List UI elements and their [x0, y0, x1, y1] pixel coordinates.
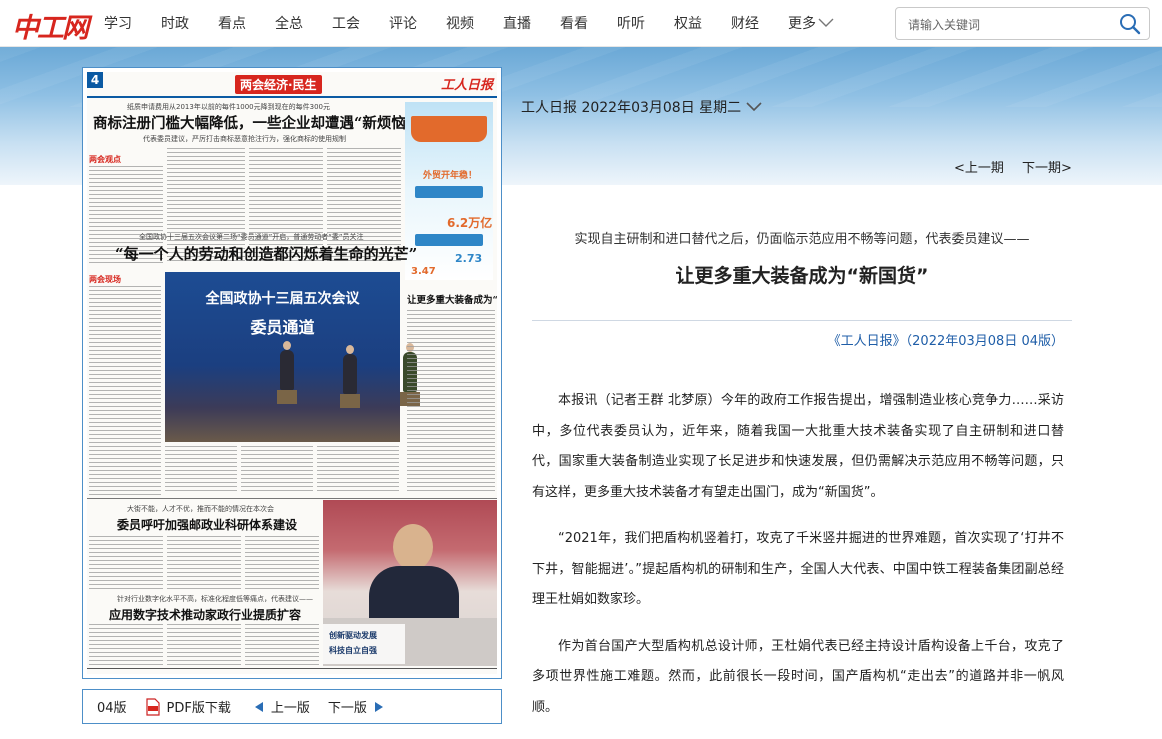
article-paragraph: 本报讯（记者王群 北梦原）今年的政府工作报告提出，增强制造业核心竞争力……采访中… — [532, 393, 1064, 500]
np-ad-figure: 2.73 — [455, 252, 483, 265]
np-text-block — [241, 446, 313, 494]
issue-date-selector[interactable]: 工人日报 2022年03月08日 星期二 — [521, 97, 762, 117]
np-photo-caption-1: 创新驱动发展 — [329, 631, 377, 640]
pdf-file-icon — [145, 697, 160, 716]
nav-item-acftu[interactable]: 全总 — [275, 13, 303, 33]
triangle-left-icon — [254, 701, 263, 712]
newspaper-page: 4 两会经济·民生 工人日报 纸质申请费用从2013年以前的每件1000元降到现… — [87, 72, 497, 674]
np-trade-infographic: 外贸开年稳！ 6.2万亿元 2.73 3.47 — [405, 102, 493, 280]
np-kicker-3: 大街不能，人才不优，推而不能的情况在本次会 — [127, 505, 274, 513]
person-figure — [343, 345, 357, 394]
np-kicker-2: 全国政协十三届五次会议第二场“委员通道”开启，普通劳动者“委”员关注 — [139, 233, 364, 241]
article-source: 《工人日报》（2022年03月08日 04版） — [827, 334, 1064, 349]
top-navigation-bar: 中工网 学习 时政 看点 全总 工会 评论 视频 直播 看看 听听 权益 财经 … — [0, 0, 1162, 47]
next-edition-label: 下一版 — [327, 701, 367, 716]
triangle-right-icon — [374, 701, 383, 712]
np-text-block — [317, 446, 399, 494]
nav-item-rights[interactable]: 权益 — [674, 13, 702, 33]
person-figure — [280, 341, 294, 390]
np-tag-2: 两会现场 — [89, 275, 121, 284]
np-kicker-4: 针对行业数字化水平不高，标准化程度低等痛点，代表建议—— — [117, 595, 313, 603]
chevron-down-icon — [818, 18, 834, 27]
newspaper-page-viewer[interactable]: 4 两会经济·民生 工人日报 纸质申请费用从2013年以前的每件1000元降到现… — [82, 67, 502, 679]
article-paragraph: 作为首台国产大型盾构机总设计师，王杜娟代表已经主持设计盾构设备上千台，攻克了多项… — [532, 638, 1064, 715]
nav-item-commentary[interactable]: 评论 — [389, 13, 417, 33]
np-text-block — [167, 536, 241, 590]
issue-pager: <上一期 下一期> — [954, 157, 1086, 176]
main-nav: 学习 时政 看点 全总 工会 评论 视频 直播 看看 听听 权益 财经 更多 — [104, 0, 863, 46]
np-tag-1: 两会观点 — [89, 155, 121, 164]
article-title: 让更多重大装备成为“新国货” — [675, 265, 929, 287]
np-headline-1[interactable]: 商标注册门槛大幅降低，一些企业却遭遇“新烦恼” — [93, 112, 414, 133]
np-ad-bar — [415, 186, 483, 198]
ship-illustration — [411, 116, 487, 142]
np-ad-bar — [415, 234, 483, 246]
nav-item-study[interactable]: 学习 — [104, 13, 132, 33]
prev-issue-link[interactable]: <上一期 — [954, 161, 1004, 176]
pdf-download-button[interactable]: PDF版下载 — [145, 697, 231, 716]
np-text-block — [165, 446, 237, 494]
nav-item-finance[interactable]: 财经 — [731, 13, 759, 33]
np-headline-3[interactable]: 委员呼吁加强邮政业科研体系建设 — [117, 516, 297, 533]
np-ad-title: 外贸开年稳！ — [423, 171, 478, 181]
page-toolbar: 04版 PDF版下载 上一版 下一版 — [82, 689, 502, 724]
issue-date-label: 工人日报 2022年03月08日 星期二 — [521, 100, 742, 116]
newspaper-section-title: 两会经济·民生 — [235, 75, 322, 94]
np-footer-rule — [87, 668, 497, 669]
nav-item-video[interactable]: 视频 — [446, 13, 474, 33]
next-edition-button[interactable]: 下一版 — [328, 697, 385, 716]
np-text-block — [89, 624, 163, 670]
np-text-block — [407, 310, 495, 494]
article-kicker: 实现自主研制和进口替代之后，仍面临示范应用不畅等问题，代表委员建议—— — [574, 232, 1030, 247]
np-text-block — [89, 286, 161, 496]
newspaper-page-number: 4 — [87, 72, 103, 88]
prev-edition-button[interactable]: 上一版 — [253, 697, 310, 716]
np-kicker-1: 纸质申请费用从2013年以前的每件1000元降到现在的每件300元 — [127, 103, 330, 111]
podium — [277, 390, 297, 404]
nav-item-politics[interactable]: 时政 — [161, 13, 189, 33]
np-headline-right[interactable]: 让更多重大装备成为“新国货” — [407, 292, 497, 306]
np-photo-caption-2: 科技自立自强 — [329, 646, 377, 655]
speaker-head — [393, 524, 433, 570]
np-text-block — [245, 536, 319, 590]
newspaper-header: 4 两会经济·民生 工人日报 — [87, 72, 497, 94]
article-body: 本报讯（记者王群 北梦原）今年的政府工作报告提出，增强制造业核心竞争力……采访中… — [532, 386, 1064, 739]
np-text-block — [89, 536, 163, 590]
nav-more-label: 更多 — [788, 16, 816, 32]
article-paragraph: “2021年，我们把盾构机竖着打，攻克了千米竖井掘进的世界难题，首次实现了‘打井… — [532, 531, 1064, 607]
np-photo-title-1: 全国政协十三届五次会议 — [205, 291, 360, 307]
prev-edition-label: 上一版 — [270, 701, 310, 716]
podium — [340, 394, 360, 408]
np-photo-title-2: 委员通道 — [250, 318, 315, 337]
next-issue-link[interactable]: 下一期> — [1022, 161, 1072, 176]
nav-item-live[interactable]: 直播 — [503, 13, 531, 33]
newspaper-header-rule — [87, 96, 497, 98]
pdf-download-label: PDF版下载 — [166, 701, 231, 716]
nav-item-watch[interactable]: 看看 — [560, 13, 588, 33]
nav-more-dropdown[interactable]: 更多 — [788, 13, 834, 33]
np-photo-committee-channel[interactable]: 全国政协十三届五次会议 委员通道 — [165, 272, 420, 442]
chevron-down-icon — [746, 102, 762, 112]
np-text-block — [167, 624, 241, 670]
newspaper-masthead: 工人日报 — [440, 78, 493, 93]
nav-item-union[interactable]: 工会 — [332, 13, 360, 33]
site-logo[interactable]: 中工网 — [12, 6, 89, 45]
edition-label: 04版 — [97, 701, 127, 716]
np-photo-speaker[interactable]: 创新驱动发展 科技自立自强 — [323, 500, 497, 666]
nav-item-listen[interactable]: 听听 — [617, 13, 645, 33]
np-text-block — [245, 624, 319, 670]
search-icon[interactable] — [1119, 13, 1141, 35]
nav-item-highlights[interactable]: 看点 — [218, 13, 246, 33]
np-subtitle-1: 代表委员建议，严厉打击商标恶意抢注行为，强化商标的使用规制 — [143, 135, 346, 143]
article-divider — [532, 320, 1072, 321]
search-box — [895, 7, 1150, 40]
np-headline-2[interactable]: “每一个人的劳动和创造都闪烁着生命的光芒” — [115, 243, 417, 264]
search-input[interactable] — [906, 14, 1110, 36]
np-ad-figure: 3.47 — [411, 266, 436, 277]
np-headline-4[interactable]: 应用数字技术推动家政行业提质扩容 — [109, 606, 301, 623]
np-section-rule — [87, 498, 497, 499]
